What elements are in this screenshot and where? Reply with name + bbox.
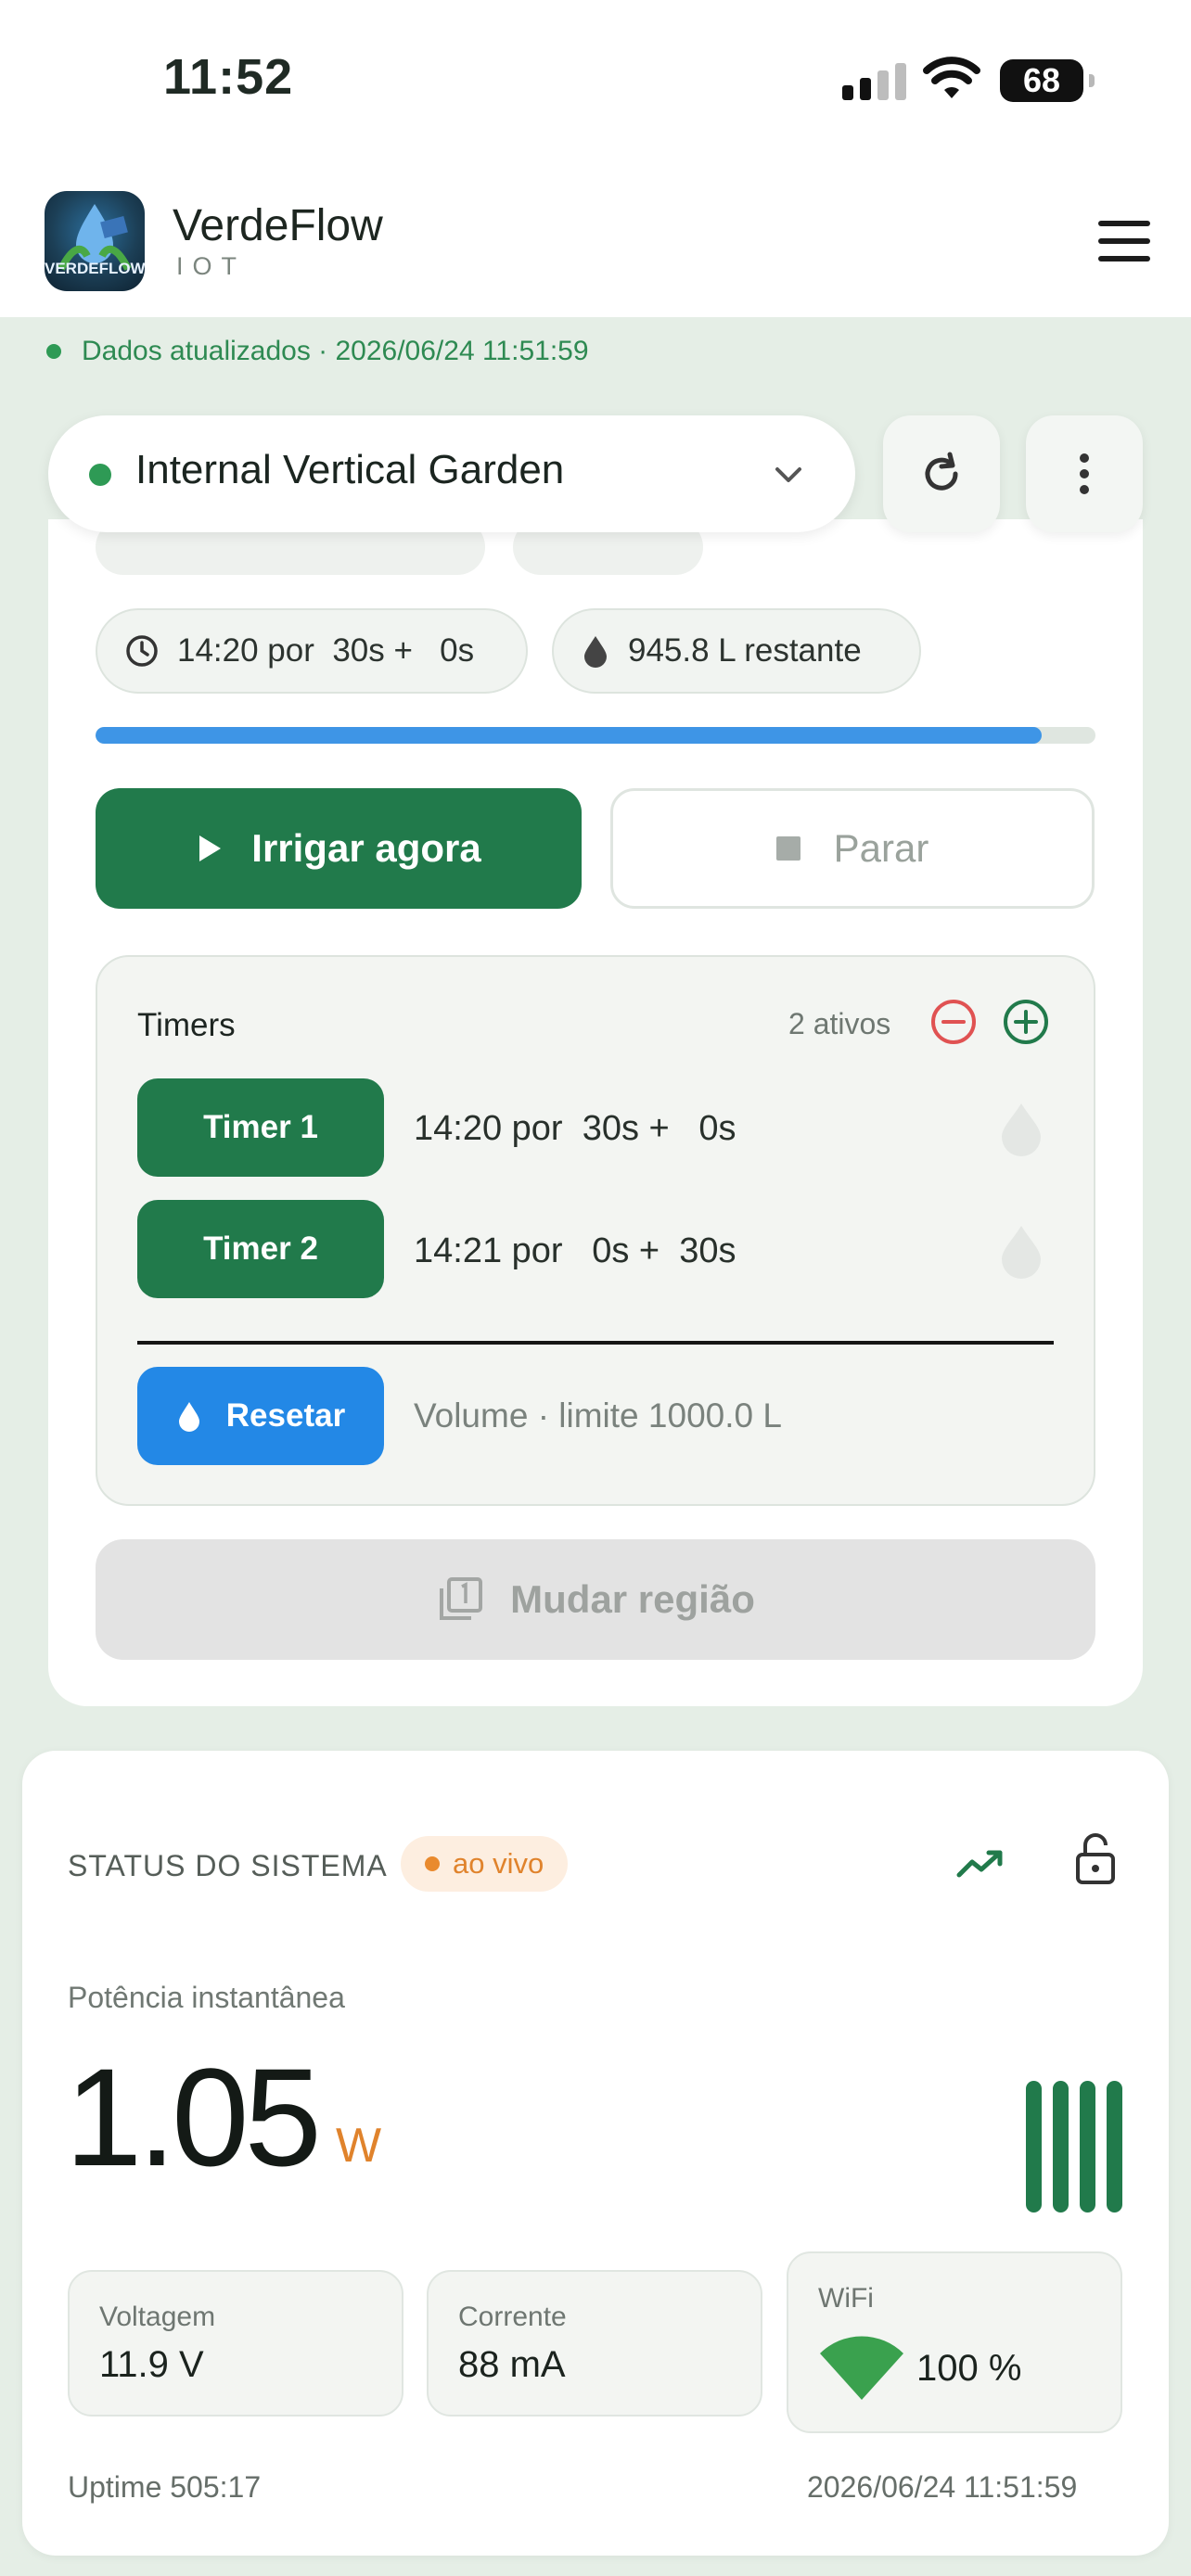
logo-wordmark: VERDEFLOW [45, 260, 145, 277]
reset-button[interactable]: Resetar [137, 1367, 384, 1465]
more-vertical-icon [1080, 453, 1089, 494]
online-dot-icon [46, 344, 61, 359]
refresh-icon [925, 452, 958, 491]
garden-online-dot-icon [89, 464, 111, 486]
play-icon [199, 835, 222, 861]
voltage-metric: Voltagem 11.9 V [68, 2270, 403, 2417]
irrigate-now-button[interactable]: Irrigar agora [96, 788, 582, 909]
status-timestamp: 2026/06/24 11:51:59 [807, 2470, 1078, 2504]
timer-1-button[interactable]: Timer 1 [137, 1078, 384, 1177]
wifi-label: WiFi [818, 2283, 874, 2314]
clock-icon [126, 635, 158, 667]
volume-progress-bar [96, 727, 1095, 744]
stop-icon [775, 836, 800, 861]
wifi-status-icon [923, 57, 980, 98]
timer-2-drop-icon [1002, 1226, 1041, 1279]
cellular-signal-icon [842, 63, 907, 100]
timers-title: Timers [137, 1007, 236, 1043]
water-drop-icon [178, 1402, 199, 1432]
region-icon [440, 1577, 483, 1620]
hamburger-menu-icon[interactable] [1098, 221, 1150, 261]
timer-1-text: 14:20 por 30s + 0s [414, 1109, 736, 1148]
voltage-value: 11.9 V [99, 2344, 204, 2385]
update-banner: Dados atualizados · 2026/06/24 11:51:59 [46, 336, 589, 367]
voltage-label: Voltagem [99, 2302, 216, 2332]
system-status-title: STATUS DO SISTEMA [68, 1849, 388, 1882]
stop-button[interactable]: Parar [610, 788, 1095, 909]
schedule-chip: 14:20 por 30s + 0s [96, 608, 528, 694]
add-timer-icon[interactable] [1002, 998, 1050, 1046]
current-label: Corrente [458, 2302, 567, 2332]
wifi-strength-icon [820, 2336, 903, 2400]
wifi-metric: WiFi 100 % [787, 2251, 1122, 2433]
uptime-text: Uptime 505:17 [68, 2470, 262, 2504]
remaining-volume-chip: 945.8 L restante [552, 608, 921, 694]
live-badge: ao vivo [401, 1836, 569, 1892]
wifi-value: 100 % [916, 2348, 1022, 2389]
remove-timer-icon[interactable] [929, 998, 978, 1046]
irrigate-now-label: Irrigar agora [251, 826, 481, 870]
live-dot-icon [425, 1856, 440, 1871]
schedule-text: 14:20 por 30s + 0s [177, 632, 475, 669]
current-value: 88 mA [458, 2344, 566, 2385]
power-level-bars-icon [1026, 2081, 1122, 2213]
update-banner-text: Dados atualizados · 2026/06/24 11:51:59 [82, 336, 589, 366]
change-region-button[interactable]: Mudar região [96, 1539, 1095, 1660]
volume-limit-text: Volume · limite 1000.0 L [414, 1396, 782, 1435]
app-brand-name: VerdeFlow [173, 201, 383, 250]
current-metric: Corrente 88 mA [427, 2270, 762, 2417]
water-drop-icon [584, 636, 607, 668]
more-options-button[interactable] [1026, 415, 1143, 532]
trending-up-icon[interactable] [955, 1845, 1007, 1882]
change-region-label: Mudar região [510, 1577, 755, 1621]
power-value: 1.05 [65, 2039, 322, 2195]
unlock-icon[interactable] [1072, 1832, 1119, 1888]
timer-2-button[interactable]: Timer 2 [137, 1200, 384, 1298]
battery-indicator: 68 [1000, 59, 1095, 102]
remaining-volume-text: 945.8 L restante [628, 632, 862, 669]
volume-progress-fill [96, 727, 1042, 744]
timer-1-drop-icon [1002, 1103, 1041, 1156]
power-unit: W [336, 2119, 382, 2173]
timer-2-text: 14:21 por 0s + 30s [414, 1231, 736, 1270]
power-label: Potência instantânea [68, 1981, 345, 2014]
chevron-down-icon[interactable] [772, 458, 805, 491]
status-time: 11:52 [163, 49, 294, 105]
app-logo: VERDEFLOW [45, 191, 145, 291]
stop-label: Parar [833, 826, 929, 870]
reset-label: Resetar [225, 1397, 346, 1434]
refresh-button[interactable] [883, 415, 1000, 532]
app-brand-subtitle: IOT [176, 252, 246, 280]
garden-name: Internal Vertical Garden [135, 447, 565, 492]
live-badge-label: ao vivo [453, 1847, 544, 1880]
timers-divider [137, 1341, 1054, 1345]
timers-count: 2 ativos [788, 1007, 891, 1040]
